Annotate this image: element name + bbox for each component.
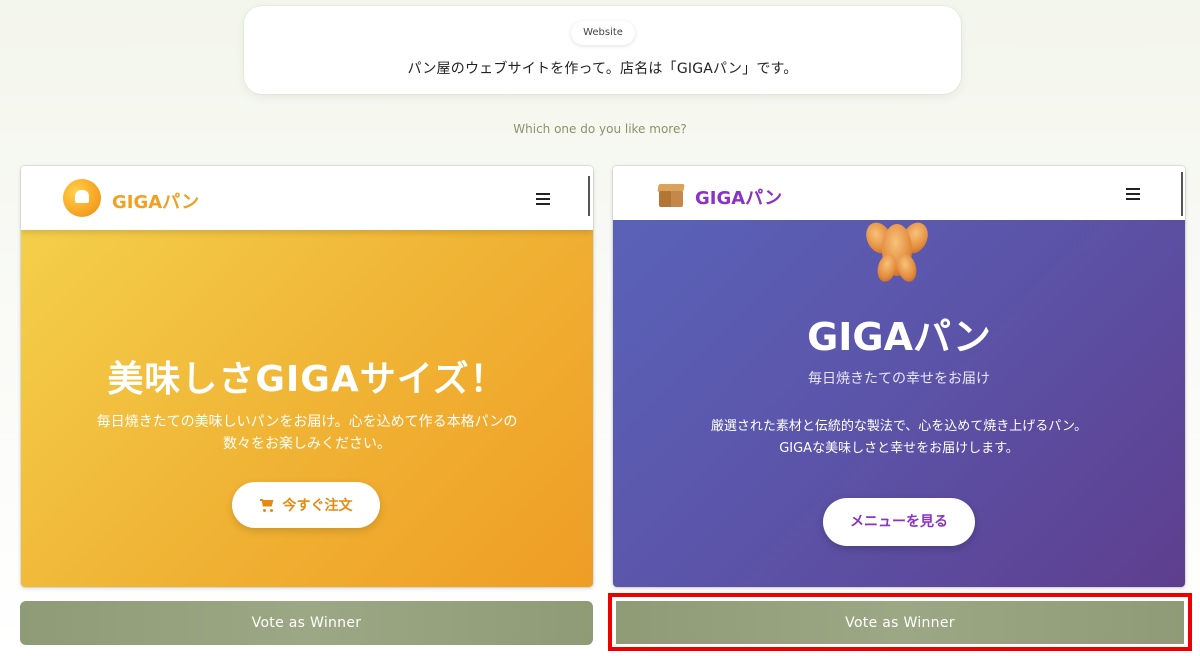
order-now-label: 今すぐ注文 [282,498,353,514]
right-hero-description: 厳選された素材と伝統的な製法で、心を込めて焼き上げるパン。 GIGAな美味しさと… [653,416,1145,460]
view-menu-button[interactable]: メニューを見る [823,498,975,546]
left-hero-desc-line1: 毎日焼きたての美味しいパンをお届け。心を込めて作る本格パンの [96,414,518,430]
vote-right-button[interactable]: Vote as Winner [616,601,1184,644]
left-hero: 美味しさGIGAサイズ！ 毎日焼きたての美味しいパンをお届け。心を込めて作る本格… [21,230,593,587]
cart-icon [259,498,275,512]
left-brand-name[interactable]: GIGAパン [112,188,199,214]
bread-icon[interactable] [63,179,101,217]
comparison-question: Which one do you like more? [513,122,687,136]
right-hero-subtitle: 毎日焼きたての幸せをお届け [808,371,990,387]
order-now-button[interactable]: 今すぐ注文 [232,482,380,528]
right-scrollbar[interactable] [1181,172,1183,216]
box-icon[interactable] [657,184,685,208]
right-site-nav: GIGAパン [613,166,1185,220]
left-website-preview: GIGAパン 美味しさGIGAサイズ！ 毎日焼きたての美味しいパンをお届け。心を… [21,166,593,587]
prompt-text: パン屋のウェブサイトを作って。店名は「GIGAパン」です。 [407,61,798,77]
hamburger-menu-icon[interactable] [536,193,550,205]
right-website-preview: GIGAパン GIGAパン 毎日焼きたての幸せをお届け 厳選された素材と伝統的な… [613,166,1185,587]
prompt-tag: Website [571,21,635,45]
right-hero-title: GIGAパン [807,315,991,359]
right-hero-desc-line1: 厳選された素材と伝統的な製法で、心を込めて焼き上げるパン。 [710,419,1088,434]
left-site-nav: GIGAパン [21,166,593,230]
left-hero-desc-line2: 数々をお楽しみください。 [223,436,391,452]
vote-left-button[interactable]: Vote as Winner [20,601,593,645]
right-hero: GIGAパン 毎日焼きたての幸せをお届け 厳選された素材と伝統的な製法で、心を込… [613,220,1185,587]
left-hero-title: 美味しさGIGAサイズ！ [107,359,507,400]
right-brand-name[interactable]: GIGAパン [695,184,782,210]
left-hero-description: 毎日焼きたての美味しいパンをお届け。心を込めて作る本格パンの 数々をお楽しみくだ… [61,411,553,455]
hamburger-menu-icon[interactable] [1126,188,1140,200]
croissant-icon [866,222,928,282]
prompt-card: Website パン屋のウェブサイトを作って。店名は「GIGAパン」です。 [244,6,961,94]
left-scrollbar[interactable] [588,176,590,216]
right-hero-desc-line2: GIGAな美味しさと幸せをお届けします。 [779,441,1019,456]
